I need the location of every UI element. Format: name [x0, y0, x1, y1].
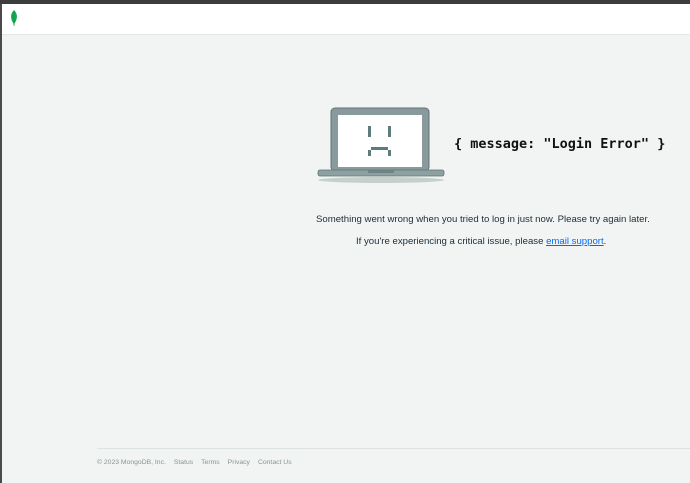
mongodb-leaf-icon[interactable] — [9, 10, 19, 26]
support-suffix: . — [603, 236, 607, 247]
sad-laptop-icon — [317, 107, 445, 183]
support-text: If you're experiencing a critical issue,… — [356, 236, 606, 247]
footer: © 2023 MongoDB, Inc. Status Terms Privac… — [97, 459, 292, 466]
top-header — [2, 4, 690, 35]
window-left-border — [0, 4, 2, 483]
email-support-link[interactable]: email support — [546, 236, 604, 247]
footer-link-contact-us[interactable]: Contact Us — [258, 459, 292, 466]
error-code-message: { message: "Login Error" } — [454, 136, 666, 152]
footer-divider — [97, 448, 690, 449]
support-prefix: If you're experiencing a critical issue,… — [356, 236, 547, 247]
error-description: Something went wrong when you tried to l… — [316, 214, 650, 225]
footer-link-status[interactable]: Status — [174, 459, 193, 466]
footer-link-privacy[interactable]: Privacy — [228, 459, 250, 466]
copyright-text: © 2023 MongoDB, Inc. — [97, 459, 166, 466]
footer-link-terms[interactable]: Terms — [201, 459, 220, 466]
